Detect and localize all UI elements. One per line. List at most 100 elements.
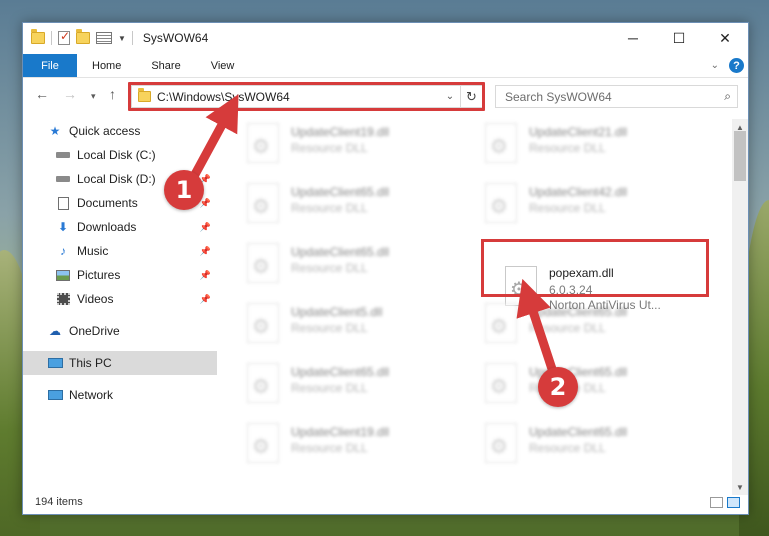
sidebar-item-local-disk-c[interactable]: Local Disk (C:) 📌: [23, 143, 217, 167]
file-description: Resource DLL: [529, 321, 606, 335]
back-arrow-icon[interactable]: ←: [35, 86, 49, 102]
dll-file-icon: [485, 423, 517, 463]
dll-file-icon: [485, 123, 517, 163]
file-name: UpdateClient19.dll: [291, 425, 390, 439]
music-icon: ♪: [60, 244, 66, 258]
new-folder-icon[interactable]: [76, 29, 90, 44]
sidebar-item-network[interactable]: Network: [23, 383, 217, 407]
search-input[interactable]: Search SysWOW64 ⌕: [495, 85, 738, 108]
file-description: Resource DLL: [291, 441, 368, 455]
file-item[interactable]: UpdateClient21.dll Resource DLL: [479, 119, 709, 173]
properties-check-icon[interactable]: [58, 29, 70, 45]
minimize-button[interactable]: ─: [610, 23, 656, 53]
sidebar-item-label: Local Disk (D:): [77, 172, 156, 186]
sidebar-item-label: Downloads: [77, 220, 137, 234]
dll-file-icon: [247, 303, 279, 343]
details-view-icon[interactable]: [710, 496, 723, 508]
file-name: UpdateClient65.dll: [529, 305, 628, 319]
dll-file-icon: [247, 243, 279, 283]
help-icon[interactable]: ?: [729, 58, 744, 73]
file-name: UpdateClient19.dll: [291, 125, 390, 139]
item-count: 194 items: [35, 496, 83, 508]
dll-file-icon: [247, 363, 279, 403]
recent-locations-chevron-icon[interactable]: ▾: [91, 91, 96, 102]
file-name: UpdateClient65.dll: [291, 365, 390, 379]
pin-icon[interactable]: 📌: [200, 270, 211, 281]
tiles-view-icon[interactable]: [727, 496, 740, 508]
drive-icon: [55, 148, 71, 162]
file-description: Resource DLL: [529, 141, 606, 155]
dll-file-icon: [247, 123, 279, 163]
file-name: UpdateClient42.dll: [529, 185, 628, 199]
vertical-scrollbar[interactable]: ▲ ▼: [732, 119, 748, 495]
tab-home[interactable]: Home: [77, 54, 136, 77]
drive-icon: [55, 172, 71, 186]
sidebar-item-label: OneDrive: [69, 324, 120, 338]
search-icon[interactable]: ⌕: [724, 89, 731, 104]
view-switcher: [710, 496, 748, 508]
sidebar-item-quick-access[interactable]: ★ Quick access: [23, 119, 217, 143]
sidebar-item-downloads[interactable]: ⬇ Downloads 📌: [23, 215, 217, 239]
file-item[interactable]: UpdateClient65.dll Resource DLL: [241, 359, 471, 413]
up-arrow-icon[interactable]: ↑: [109, 86, 116, 102]
tab-share[interactable]: Share: [136, 54, 195, 77]
sidebar-item-label: Documents: [77, 196, 138, 210]
step-1-badge: 1: [164, 170, 204, 210]
file-item[interactable]: UpdateClient65.dll Resource DLL: [479, 419, 709, 473]
pin-icon[interactable]: 📌: [200, 222, 211, 233]
sidebar-item-pictures[interactable]: Pictures 📌: [23, 263, 217, 287]
file-item[interactable]: UpdateClient5.dll Resource DLL: [241, 299, 471, 353]
dll-file-icon: [247, 423, 279, 463]
tab-view[interactable]: View: [196, 54, 250, 77]
sidebar-item-label: Quick access: [69, 124, 141, 138]
sidebar-item-label: Local Disk (C:): [77, 148, 156, 162]
scrollbar-thumb[interactable]: [734, 131, 746, 181]
file-description: Resource DLL: [291, 321, 368, 335]
toolbar-separator: [51, 31, 52, 45]
address-highlight-box: [128, 82, 485, 111]
step-2-badge: 2: [538, 367, 578, 407]
sidebar-item-music[interactable]: ♪ Music 📌: [23, 239, 217, 263]
sidebar-item-this-pc[interactable]: This PC: [23, 351, 217, 375]
documents-icon: [55, 196, 71, 210]
file-item[interactable]: UpdateClient42.dll Resource DLL: [479, 179, 709, 233]
file-name: UpdateClient65.dll: [291, 185, 390, 199]
videos-icon: [55, 292, 71, 306]
computer-icon: [47, 356, 63, 370]
sidebar-item-videos[interactable]: Videos 📌: [23, 287, 217, 311]
pin-icon[interactable]: 📌: [200, 150, 211, 161]
sidebar-item-onedrive[interactable]: ☁ OneDrive: [23, 319, 217, 343]
file-item[interactable]: UpdateClient19.dll Resource DLL: [241, 419, 471, 473]
title-bar: ▼ SysWOW64 ─ ☐ ✕: [23, 23, 748, 53]
file-description: Resource DLL: [291, 201, 368, 215]
pictures-icon: [55, 268, 71, 282]
file-name: UpdateClient65.dll: [291, 245, 390, 259]
file-item[interactable]: UpdateClient65.dll Resource DLL: [479, 359, 709, 413]
sidebar-item-label: Pictures: [77, 268, 121, 282]
navigation-bar: ← → ▾ ↑ C:\Windows\SysWOW64 ⌄ ↻ Search S…: [23, 81, 748, 111]
file-description: Resource DLL: [529, 441, 606, 455]
expand-ribbon-icon[interactable]: ⌄: [711, 60, 719, 71]
dll-file-icon: [485, 183, 517, 223]
chevron-down-icon[interactable]: ▼: [118, 34, 126, 43]
forward-arrow-icon[interactable]: →: [63, 86, 77, 102]
file-item[interactable]: UpdateClient19.dll Resource DLL: [241, 119, 471, 173]
close-button[interactable]: ✕: [702, 23, 748, 53]
file-description: Resource DLL: [291, 261, 368, 275]
window-title: SysWOW64: [142, 31, 209, 45]
file-description: Resource DLL: [291, 381, 368, 395]
dll-file-icon: [485, 363, 517, 403]
file-item[interactable]: UpdateClient65.dll Resource DLL: [241, 239, 471, 293]
customize-view-icon[interactable]: [96, 32, 112, 44]
file-name: UpdateClient5.dll: [291, 305, 383, 319]
pin-icon[interactable]: 📌: [200, 246, 211, 257]
file-item[interactable]: UpdateClient65.dll Resource DLL: [479, 299, 709, 353]
sidebar-item-label: Music: [77, 244, 109, 258]
maximize-button[interactable]: ☐: [656, 23, 702, 53]
cloud-icon: ☁: [49, 324, 61, 338]
tab-file[interactable]: File: [23, 54, 77, 77]
file-item[interactable]: UpdateClient65.dll Resource DLL: [241, 179, 471, 233]
folder-icon: [31, 29, 45, 44]
star-icon: ★: [49, 124, 61, 138]
pin-icon[interactable]: 📌: [200, 294, 211, 305]
